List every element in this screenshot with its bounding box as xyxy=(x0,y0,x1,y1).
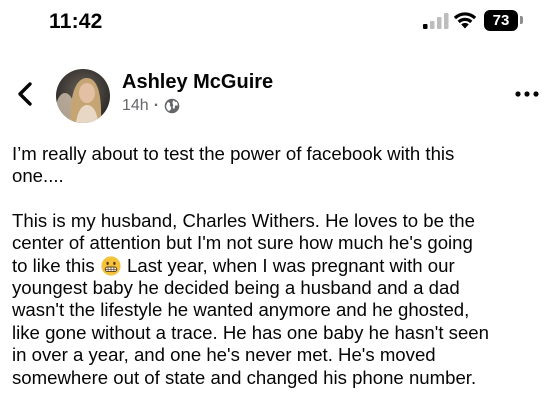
battery-cap xyxy=(520,16,523,24)
status-bar: 11:42 73 xyxy=(0,0,553,44)
wifi-icon xyxy=(453,12,477,29)
more-options-icon[interactable] xyxy=(513,86,541,102)
grimacing-face-emoji-icon xyxy=(101,256,121,276)
post-timestamp[interactable]: 14h xyxy=(122,97,149,115)
cellular-signal-icon xyxy=(423,13,449,29)
battery-level: 73 xyxy=(484,9,518,31)
battery-indicator: 73 xyxy=(484,9,523,31)
post-paragraph-1: I’m really about to test the power of fa… xyxy=(12,143,455,187)
back-chevron-icon[interactable] xyxy=(14,80,38,108)
meta-separator: · xyxy=(153,97,160,114)
post-body: I’m really about to test the power of fa… xyxy=(12,143,547,389)
avatar[interactable] xyxy=(56,69,110,123)
post-meta: 14h · xyxy=(122,97,180,115)
post-paragraph-2: This is my husband, Charles Withers. He … xyxy=(12,210,547,389)
status-time: 11:42 xyxy=(49,10,103,33)
globe-icon xyxy=(164,98,180,114)
author-name[interactable]: Ashley McGuire xyxy=(122,71,273,94)
